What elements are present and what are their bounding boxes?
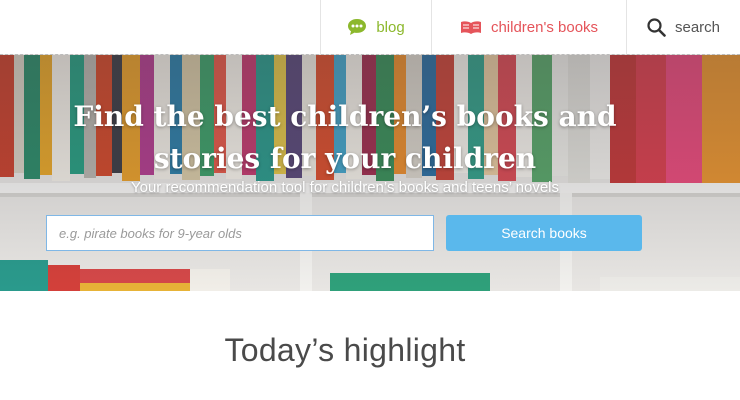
nav-blog-link[interactable]: blog (320, 0, 431, 54)
magnifier-icon (647, 17, 666, 37)
nav-childrens-books-label: children's books (490, 18, 599, 36)
speech-bubble-icon (347, 18, 367, 36)
nav-search-link[interactable]: search (626, 0, 740, 54)
top-navigation: blog children's books search (0, 0, 740, 54)
hero-banner: Find the best children’s books and stori… (0, 54, 740, 291)
search-books-button[interactable]: Search books (446, 215, 642, 251)
todays-highlight-heading: Today’s highlight (224, 332, 466, 368)
nav-childrens-books-link[interactable]: children's books (431, 0, 626, 54)
book-search-input[interactable] (46, 215, 434, 251)
nav-search-label: search (674, 18, 721, 36)
hero-title: Find the best children’s books and stori… (0, 96, 690, 180)
hero-subtitle: Your recommendation tool for children’s … (130, 179, 560, 196)
nav-blog-label: blog (376, 18, 405, 36)
hero-title-line-1: Find the best children’s books and (73, 100, 617, 133)
open-book-icon (460, 20, 482, 34)
hero-title-line-2: stories for your children (153, 142, 537, 175)
